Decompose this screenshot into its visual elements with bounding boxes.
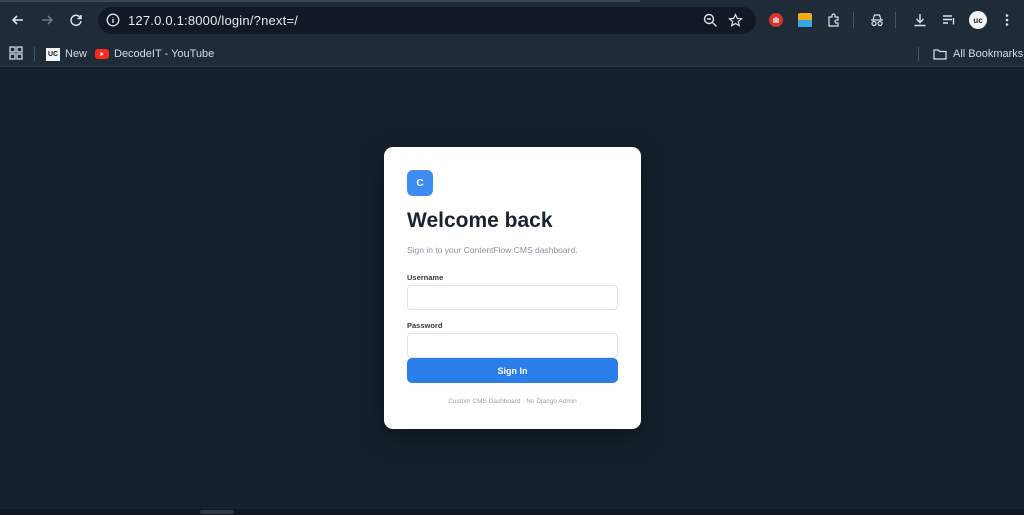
calendar-extension-icon[interactable]: [797, 12, 813, 28]
password-label: Password: [407, 321, 443, 330]
browser-toolbar: 127.0.0.1:8000/login/?next=/ uc: [0, 0, 1024, 40]
toolbar-divider: [853, 12, 854, 28]
card-footer: Custom CMS Dashboard · No Django Admin: [448, 398, 577, 405]
bookmark-new[interactable]: UC New: [46, 45, 87, 63]
all-bookmarks-label: All Bookmarks: [953, 48, 1024, 60]
extensions-puzzle-icon[interactable]: [826, 12, 842, 28]
url-text[interactable]: 127.0.0.1:8000/login/?next=/: [128, 13, 298, 28]
media-queue-icon[interactable]: [941, 12, 957, 28]
menu-kebab-icon[interactable]: [999, 12, 1015, 28]
site-info-icon[interactable]: [106, 13, 120, 27]
taskbar-item[interactable]: [200, 510, 234, 514]
sign-in-button[interactable]: Sign In: [407, 358, 618, 383]
password-field[interactable]: [407, 333, 618, 358]
username-field[interactable]: [407, 285, 618, 310]
forward-button[interactable]: [37, 10, 57, 30]
app-logo: C: [407, 170, 433, 196]
bookmarks-separator: [34, 47, 35, 61]
all-bookmarks-button[interactable]: All Bookmarks: [933, 45, 1023, 63]
bookmark-youtube[interactable]: DecodeIT - YouTube: [95, 45, 214, 63]
bookmark-label: New: [65, 48, 88, 60]
toolbar-divider-2: [895, 12, 896, 28]
profile-avatar[interactable]: uc: [969, 11, 987, 29]
bookmarks-bar: UC New DecodeIT - YouTube All Bookmarks: [0, 40, 1024, 67]
download-icon[interactable]: [912, 12, 928, 28]
reload-icon: [70, 14, 82, 27]
adblock-extension-icon[interactable]: [768, 12, 784, 28]
login-card: C Welcome back Sign in to your ContentFl…: [384, 147, 641, 429]
tab-strip-edge: [0, 0, 640, 2]
zoom-icon[interactable]: [703, 13, 718, 28]
youtube-icon: [95, 49, 109, 59]
bookmark-label: DecodeIT - YouTube: [114, 48, 215, 60]
uc-icon: UC: [46, 47, 60, 61]
reload-button[interactable]: [66, 10, 86, 30]
incognito-icon[interactable]: [869, 12, 885, 28]
back-button[interactable]: [8, 10, 28, 30]
address-bar[interactable]: 127.0.0.1:8000/login/?next=/: [98, 7, 756, 34]
page-subtitle: Sign in to your ContentFlow CMS dashboar…: [407, 245, 578, 255]
folder-icon: [933, 49, 947, 60]
bookmarks-separator-right: [918, 47, 919, 61]
username-label: Username: [407, 273, 444, 282]
taskbar-strip: [0, 509, 1024, 515]
star-icon[interactable]: [728, 13, 743, 28]
arrow-left-icon: [11, 15, 23, 25]
apps-grid-icon[interactable]: [9, 46, 23, 60]
page-title: Welcome back: [407, 209, 553, 232]
arrow-right-icon: [42, 15, 54, 25]
